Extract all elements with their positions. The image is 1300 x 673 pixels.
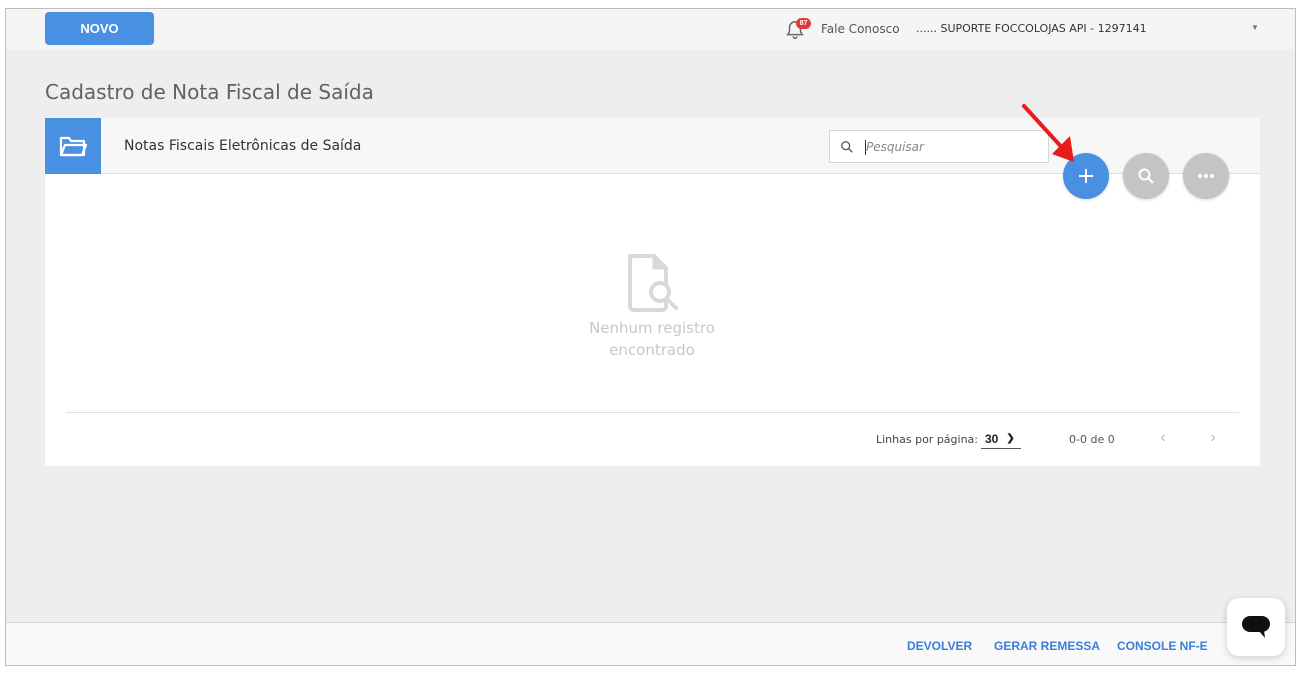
chat-icon <box>1242 616 1270 638</box>
empty-line-2: encontrado <box>609 341 695 359</box>
app-window: NOVO 87 Fale Conosco ...... SUPORTE FOCC… <box>5 8 1296 666</box>
empty-document-search-icon <box>628 254 678 312</box>
chevron-left-icon[interactable]: ‹ <box>1152 427 1174 449</box>
gerar-remessa-button[interactable]: GERAR REMESSA <box>994 639 1100 653</box>
rows-per-page-label: Linhas por página: <box>876 433 979 446</box>
rows-per-page-value: 30 <box>985 431 999 446</box>
folder-tile <box>45 118 101 174</box>
empty-line-1: Nenhum registro <box>589 319 715 337</box>
red-arrow-annotation <box>1022 104 1074 162</box>
devolver-button[interactable]: DEVOLVER <box>907 639 972 653</box>
rows-per-page-select[interactable]: 30 ❯ <box>981 429 1021 449</box>
search-box <box>829 130 1049 163</box>
notification-badge: 87 <box>796 18 811 29</box>
text-cursor <box>865 140 866 155</box>
top-bar: NOVO 87 Fale Conosco ...... SUPORTE FOCC… <box>6 9 1295 49</box>
console-nfe-button[interactable]: CONSOLE NF-E <box>1117 639 1208 653</box>
more-options-button[interactable] <box>1183 153 1229 199</box>
more-icon <box>1198 174 1214 178</box>
account-selector[interactable]: ...... SUPORTE FOCCOLOJAS API - 1297141 <box>916 22 1147 35</box>
chevron-right-icon[interactable]: › <box>1202 427 1224 449</box>
page-title: Cadastro de Nota Fiscal de Saída <box>45 80 374 104</box>
contact-link[interactable]: Fale Conosco <box>821 22 900 36</box>
footer-bar: DEVOLVER GERAR REMESSA CONSOLE NF-E <box>6 622 1295 665</box>
card-title: Notas Fiscais Eletrônicas de Saída <box>124 138 362 154</box>
new-button[interactable]: NOVO <box>45 12 154 45</box>
card-body: Nenhum registro encontrado Linhas por pá… <box>45 174 1260 466</box>
search-button[interactable] <box>1123 153 1169 199</box>
chat-widget-button[interactable] <box>1227 598 1285 656</box>
search-icon <box>1138 168 1154 184</box>
empty-state-message: Nenhum registro encontrado <box>552 317 752 361</box>
search-input[interactable] <box>866 139 1036 154</box>
divider <box>66 412 1239 413</box>
folder-icon <box>59 136 87 157</box>
search-icon <box>841 140 853 153</box>
chevron-down-icon: ❯ <box>1006 433 1015 444</box>
caret-down-icon[interactable]: ▼ <box>1251 23 1259 32</box>
pagination-range: 0-0 de 0 <box>1069 433 1115 446</box>
